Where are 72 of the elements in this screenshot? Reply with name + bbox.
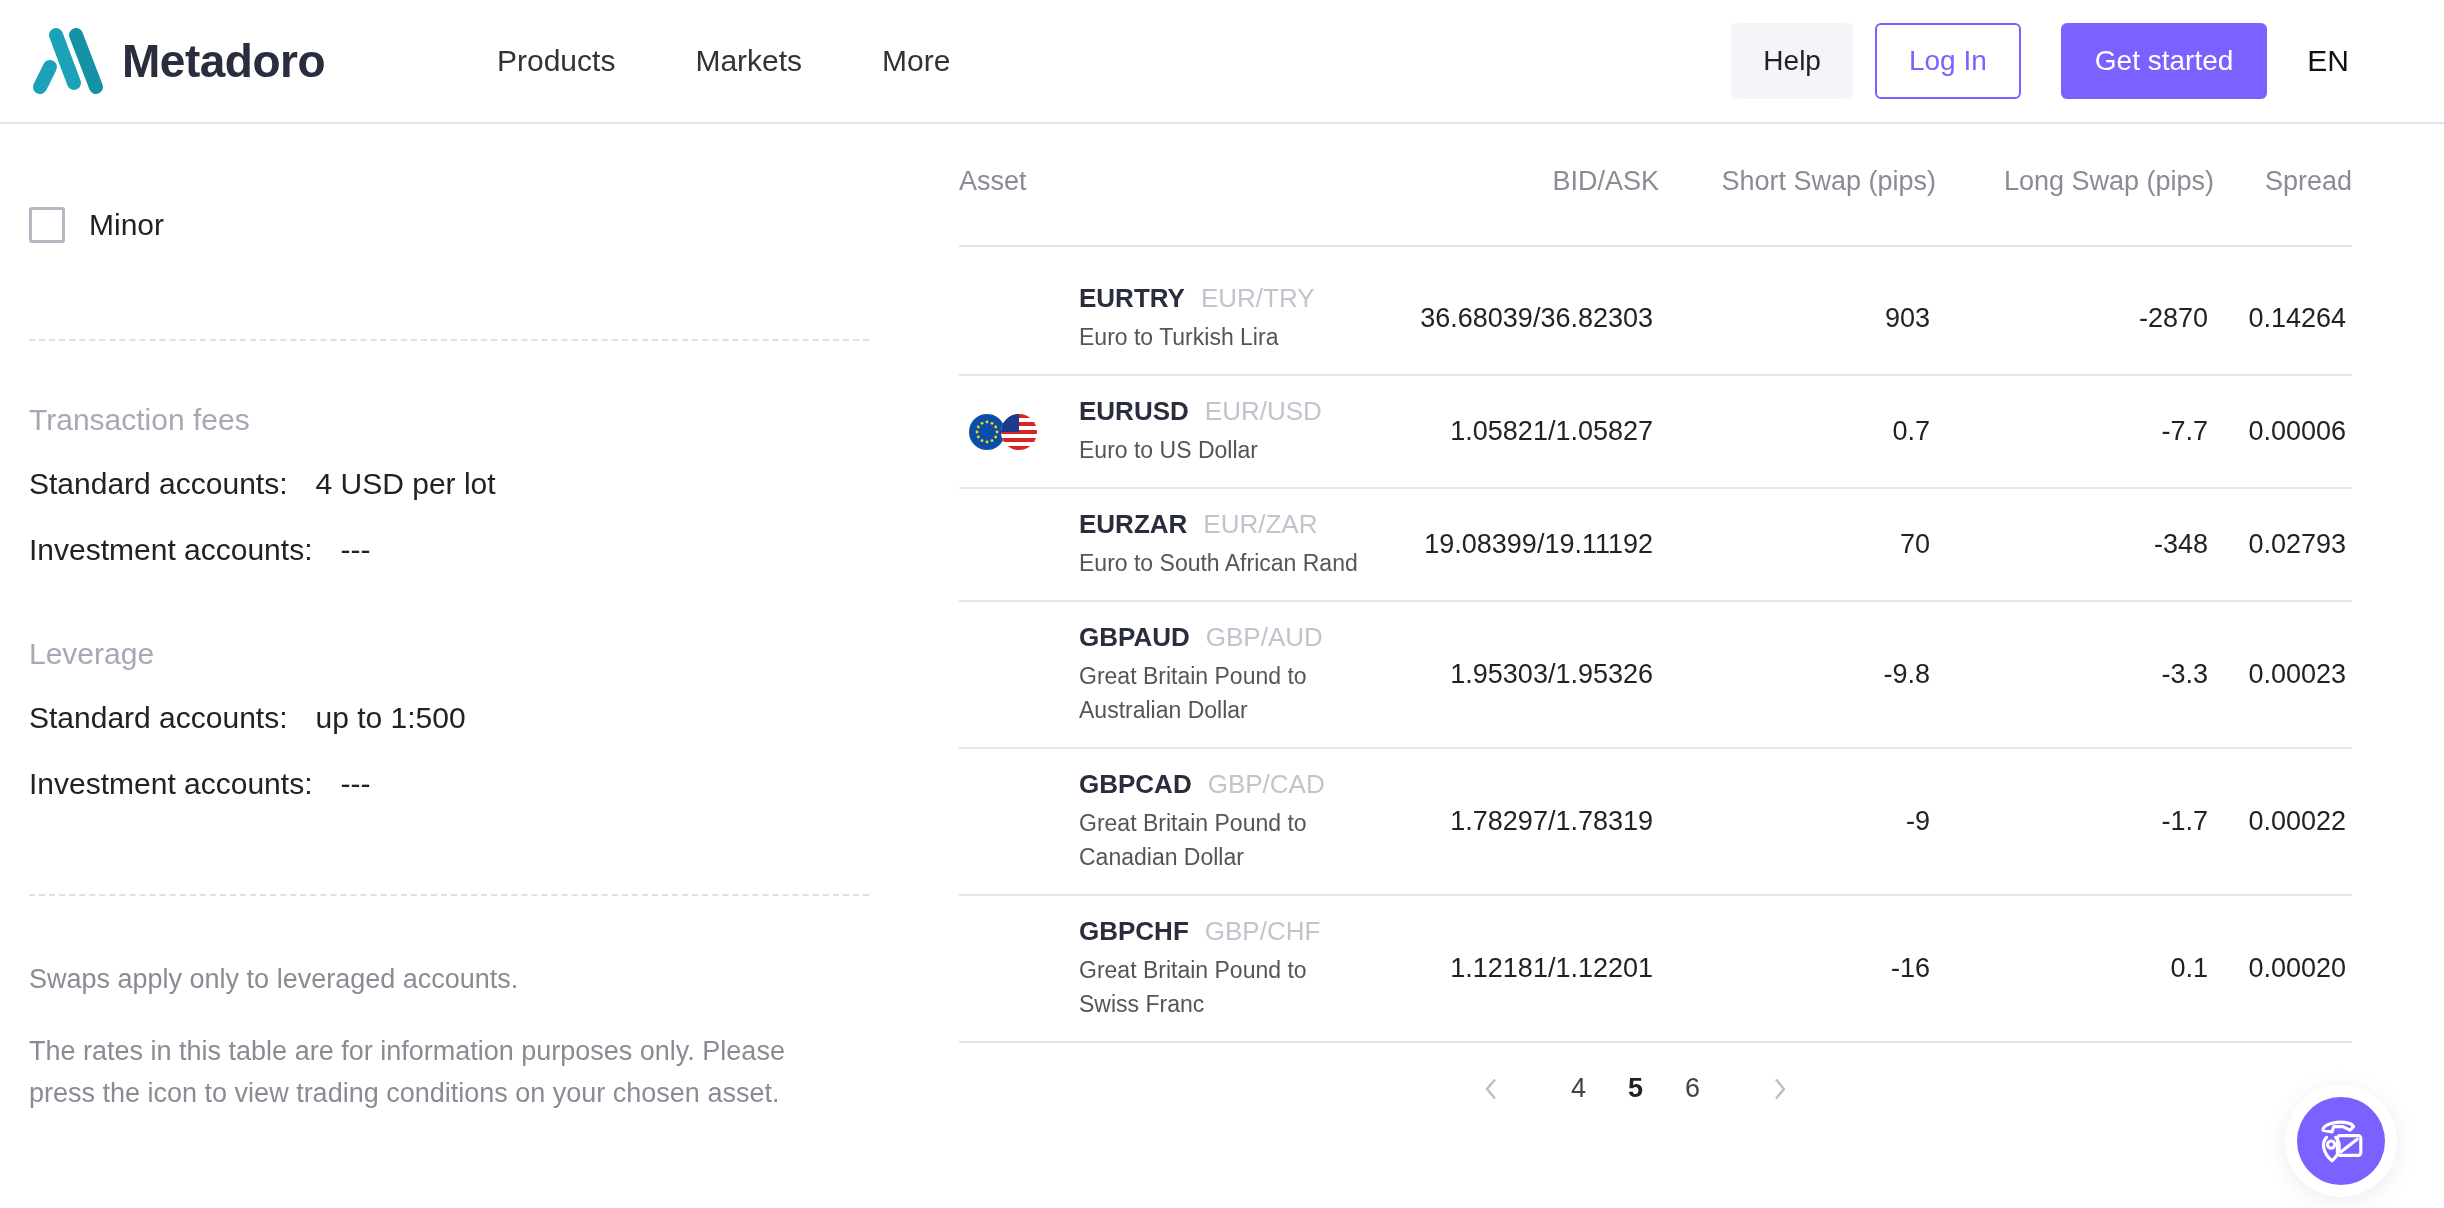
field-value: 4 USD per lot [315, 467, 496, 501]
table-cell-text: -16 [1889, 953, 1930, 984]
table-cell-text: 36.68039/36.82303 [1419, 303, 1653, 334]
field-label: Standard accounts: [29, 701, 288, 735]
asset-symbol[interactable]: GBPAUD [1079, 622, 1190, 653]
page-link[interactable]: 4 [1570, 1073, 1586, 1104]
table-cell-text: 0.00023 [2247, 659, 2346, 690]
column-header: Long Swap (pips) [2002, 165, 2214, 197]
table-cell-text: 0.1 [2169, 953, 2208, 984]
section-title: Leverage [29, 637, 156, 671]
asset-symbol[interactable]: GBPCHF [1079, 916, 1189, 947]
help-button[interactable]: Help [1731, 23, 1853, 99]
table-cell-text: 70 [1898, 529, 1930, 560]
asset-symbol[interactable]: EURZAR [1079, 509, 1188, 540]
table-cell-text: 1.95303/1.95326 [1449, 659, 1653, 690]
column-header: Spread [2263, 165, 2352, 197]
field-label: Investment accounts: [29, 533, 313, 567]
table-cell-text: -1.7 [2160, 806, 2208, 837]
table-cell-text: 0.00020 [2247, 953, 2346, 984]
language-selector[interactable]: EN [2307, 44, 2349, 78]
table-cell-text: -3.3 [2160, 659, 2208, 690]
table-cell-text: 0.7 [1891, 416, 1930, 447]
table-cell-text: 19.08399/19.11192 [1423, 529, 1653, 560]
table-cell-text: -9 [1905, 806, 1930, 837]
asset-pair: EUR/TRY [1200, 283, 1315, 314]
table-cell-text: 0.14264 [2247, 303, 2346, 334]
nav-link[interactable]: Markets [695, 44, 803, 78]
asset-pair: GBP/CAD [1207, 769, 1325, 800]
field-label: Standard accounts: [29, 467, 288, 501]
field-value: --- [340, 533, 371, 567]
table-cell-text: 0.00006 [2247, 416, 2346, 447]
table-cell-text: 0.00022 [2247, 806, 2346, 837]
asset-description: Euro to US Dollar [1079, 436, 1259, 465]
checkbox-label[interactable]: Minor [89, 208, 164, 242]
table-cell-text: 0.02793 [2247, 529, 2346, 560]
checkbox[interactable] [29, 207, 65, 243]
asset-pair: GBP/CHF [1204, 916, 1321, 947]
nav-link[interactable]: Products [497, 44, 616, 78]
table-cell-text: -7.7 [2160, 416, 2208, 447]
asset-pair: EUR/USD [1204, 396, 1322, 427]
column-header: Short Swap (pips) [1720, 165, 1936, 197]
asset-description: Euro to Turkish Lira [1079, 323, 1280, 352]
asset-pair: EUR/ZAR [1203, 509, 1318, 540]
note-text: The rates in this table are for information purposes only. Please press the icon to view trading conditions on your chosen asset. [29, 1035, 786, 1110]
table-cell-text: -2870 [2137, 303, 2208, 334]
asset-description: Great Britain Pound to Canadian Dollar [1079, 809, 1308, 872]
brand-name[interactable]: Metadoro [122, 34, 325, 88]
nav-link[interactable]: More [882, 44, 951, 78]
asset-symbol[interactable]: EURTRY [1079, 283, 1185, 314]
asset-description: Euro to South African Rand [1079, 549, 1359, 578]
column-header: BID/ASK [1551, 165, 1659, 197]
asset-description: Great Britain Pound to Australian Dollar [1079, 662, 1308, 725]
field-value: --- [340, 767, 371, 801]
field-label: Investment accounts: [29, 767, 313, 801]
asset-pair: GBP/AUD [1205, 622, 1323, 653]
field-value: up to 1:500 [315, 701, 466, 735]
login-button[interactable]: Log In [1874, 23, 2021, 99]
asset-description: Great Britain Pound to Swiss Franc [1079, 956, 1308, 1019]
table-cell-text: 1.78297/1.78319 [1449, 806, 1653, 837]
table-cell-text: 1.12181/1.12201 [1449, 953, 1653, 984]
page-link[interactable]: 5 [1628, 1073, 1643, 1104]
table-cell-text: 903 [1883, 303, 1930, 334]
page-link[interactable]: 6 [1685, 1073, 1701, 1104]
note-text: Swaps apply only to leveraged accounts. [29, 963, 520, 996]
asset-symbol[interactable]: EURUSD [1079, 396, 1189, 427]
table-cell-text: -348 [2152, 529, 2208, 560]
table-cell-text: 1.05821/1.05827 [1449, 416, 1653, 447]
table-cell-text: -9.8 [1882, 659, 1930, 690]
section-title: Transaction fees [29, 403, 251, 437]
column-header: Asset [959, 165, 1028, 197]
get-started-button[interactable]: Get started [2060, 23, 2268, 99]
asset-symbol[interactable]: GBPCAD [1079, 769, 1192, 800]
